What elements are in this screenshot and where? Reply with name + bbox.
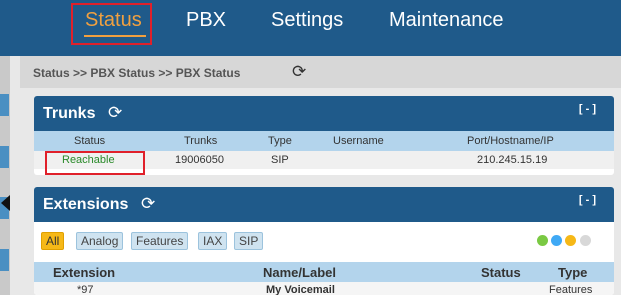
filter-features-button[interactable]: Features [131, 232, 189, 250]
extension-name: My Voicemail [266, 284, 335, 295]
refresh-icon[interactable]: ⟳ [141, 194, 155, 214]
nav-maintenance[interactable]: Maintenance [389, 8, 504, 32]
collapse-button[interactable]: [ - ] [579, 103, 596, 115]
trunks-title: Trunks [43, 105, 96, 122]
sidebar-item[interactable] [0, 249, 9, 271]
trunk-type: SIP [271, 154, 289, 166]
sidebar-collapse-arrow-icon[interactable] [1, 195, 10, 211]
trunks-panel-header: Trunks ⟳ [ - ] [34, 96, 614, 131]
column-header-trunks: Trunks [184, 135, 218, 147]
trunk-host: 210.245.15.19 [477, 154, 548, 166]
column-header-type: Type [268, 135, 292, 147]
sidebar-item[interactable] [0, 94, 9, 116]
extensions-table-header: Extension Name/Label Status Type [34, 262, 614, 282]
table-row[interactable]: *97 My Voicemail Features [34, 282, 614, 295]
reachable-highlight-box [45, 151, 145, 175]
collapse-button[interactable]: [ - ] [579, 194, 596, 206]
column-header-type: Type [558, 265, 588, 280]
sidebar [0, 56, 10, 295]
filter-sip-button[interactable]: SIP [234, 232, 264, 250]
filter-analog-button[interactable]: Analog [76, 232, 124, 250]
column-header-name: Name/Label [263, 265, 336, 280]
column-header-status: Status [481, 265, 521, 280]
sidebar-item[interactable] [0, 146, 9, 168]
trunks-table-header: Status Trunks Type Username Port/Hostnam… [34, 131, 614, 151]
nav-settings[interactable]: Settings [271, 8, 343, 32]
extensions-panel-header: Extensions ⟳ [ - ] [34, 187, 614, 222]
column-header-username: Username [333, 135, 384, 147]
column-header-extension: Extension [53, 265, 116, 280]
status-legend-dot [537, 235, 548, 246]
nav-pbx[interactable]: PBX [186, 8, 226, 32]
status-legend-dot [551, 235, 562, 246]
status-legend-dot [580, 235, 591, 246]
extensions-panel: Extensions ⟳ [ - ] All Analog Features I… [34, 187, 614, 295]
trunk-number: 19006050 [175, 154, 224, 166]
status-legend-dot [565, 235, 576, 246]
extension-number: *97 [77, 284, 94, 295]
refresh-icon[interactable]: ⟳ [108, 103, 122, 123]
breadcrumb: Status >> PBX Status >> PBX Status [33, 66, 241, 80]
column-header-host: Port/Hostname/IP [467, 135, 554, 147]
breadcrumb-bar: Status >> PBX Status >> PBX Status ⟳ [20, 56, 621, 88]
filter-iax-button[interactable]: IAX [198, 232, 228, 250]
extension-type: Features [549, 284, 593, 295]
top-navigation: Status PBX Settings Maintenance [0, 0, 621, 56]
column-header-status: Status [74, 135, 106, 147]
refresh-icon[interactable]: ⟳ [292, 62, 306, 82]
filter-all-button[interactable]: All [41, 232, 65, 250]
extensions-title: Extensions [43, 196, 129, 213]
status-highlight-box [71, 3, 152, 45]
